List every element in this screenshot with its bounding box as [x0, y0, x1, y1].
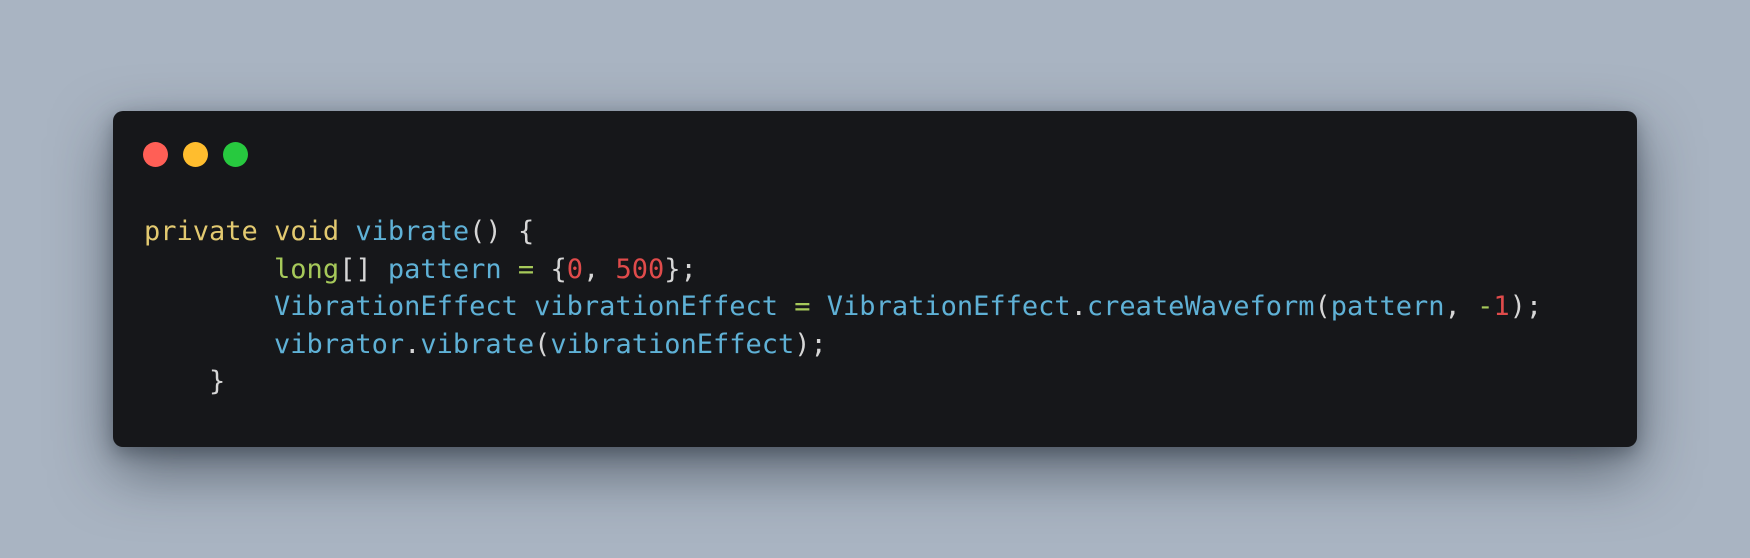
token-punctuation: ); [1509, 291, 1543, 322]
code-line-5: } [144, 363, 1542, 401]
minimize-button[interactable] [183, 142, 208, 167]
token-operator: = [517, 253, 535, 285]
token-number: 1 [1493, 291, 1510, 322]
token-type: long [274, 253, 340, 285]
token-operator: = [794, 291, 811, 322]
code-line-1: private void vibrate() { [144, 213, 1542, 251]
token-identifier: vibrator [274, 328, 405, 360]
token-punctuation: , [582, 253, 600, 285]
token-method: vibrate [420, 328, 535, 360]
token-operator: - [1477, 291, 1494, 322]
token-punctuation: [] [339, 253, 372, 285]
code-block: private void vibrate() { long[] pattern … [144, 213, 1542, 401]
window-controls [143, 142, 248, 167]
token-identifier: pattern [387, 253, 502, 285]
token-type: VibrationEffect [274, 291, 518, 322]
token-punctuation: { [517, 216, 535, 247]
token-number: 500 [615, 253, 665, 285]
token-punctuation: } [209, 366, 226, 397]
token-punctuation: . [404, 328, 421, 360]
code-line-3: VibrationEffect vibrationEffect = Vibrat… [144, 288, 1542, 326]
token-keyword: private [144, 216, 258, 247]
code-window: private void vibrate() { long[] pattern … [113, 111, 1637, 447]
token-punctuation: , [1444, 291, 1461, 322]
code-line-4: vibrator.vibrate(vibrationEffect); [144, 326, 1542, 364]
token-punctuation: { [550, 253, 567, 285]
token-keyword: void [274, 216, 340, 247]
token-punctuation: ( [534, 328, 551, 360]
token-punctuation: ); [794, 328, 827, 360]
token-punctuation: }; [664, 253, 697, 285]
token-punctuation: ( [1314, 291, 1331, 322]
maximize-button[interactable] [223, 142, 248, 167]
token-punctuation: () [469, 216, 502, 247]
close-button[interactable] [143, 142, 168, 167]
token-identifier: vibrationEffect [534, 291, 778, 322]
token-punctuation: . [1070, 291, 1087, 322]
code-line-2: long[] pattern = {0, 500}; [144, 251, 1542, 289]
token-identifier: vibrationEffect [550, 328, 795, 360]
token-number: 0 [566, 253, 583, 285]
token-class: VibrationEffect [826, 291, 1071, 322]
token-identifier: pattern [1330, 291, 1445, 322]
token-method: createWaveform [1086, 291, 1315, 322]
token-function-name: vibrate [355, 216, 470, 247]
